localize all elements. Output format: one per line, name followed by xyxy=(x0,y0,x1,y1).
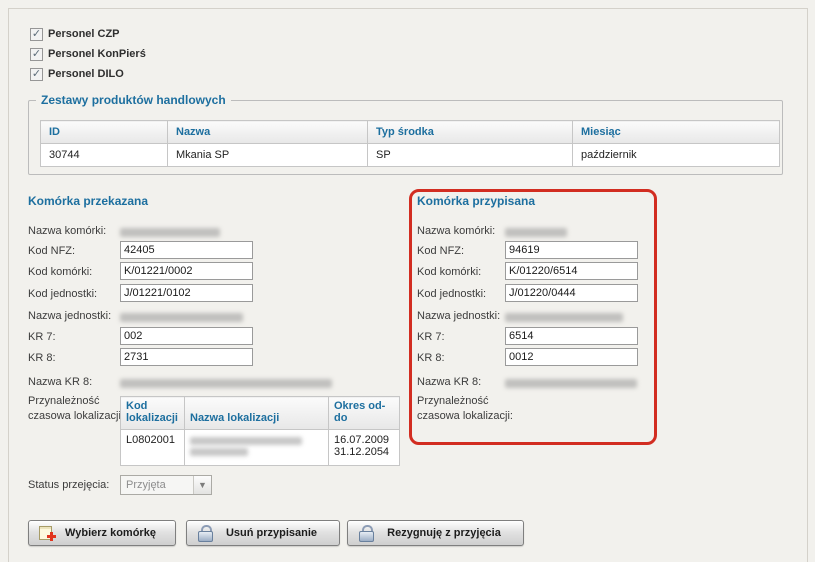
label-kod-nfz: Kod NFZ: xyxy=(417,245,464,257)
cell-id: 30744 xyxy=(41,144,168,167)
section-title-transferred: Komórka przekazana xyxy=(28,194,148,208)
kr7-field-assigned[interactable] xyxy=(505,327,638,345)
column-header-typ: Typ środka xyxy=(368,121,573,144)
kod-komorki-field[interactable] xyxy=(120,262,253,280)
checkbox-label: Personel DILO xyxy=(48,68,124,80)
checkbox-personel-dilo[interactable]: ✓ Personel DILO xyxy=(30,66,124,82)
cell-nazwa: Mkania SP xyxy=(168,144,368,167)
kr8-field[interactable] xyxy=(120,348,253,366)
label-nazwa-jednostki: Nazwa jednostki: xyxy=(417,310,500,322)
label-nazwa-komorki: Nazwa komórki: xyxy=(28,225,106,237)
kr8-field-assigned[interactable] xyxy=(505,348,638,366)
okres-od: 16.07.2009 xyxy=(334,434,394,446)
location-table-header: Kod lokalizacji Nazwa lokalizacji Okres … xyxy=(121,397,400,430)
status-dropdown-value: Przyjęta xyxy=(121,479,193,491)
products-groupbox-legend: Zestawy produktów handlowych xyxy=(36,93,231,107)
label-kr8: KR 8: xyxy=(28,352,56,364)
label-kod-nfz: Kod NFZ: xyxy=(28,245,75,257)
column-header-nazwa-lokalizacji: Nazwa lokalizacji xyxy=(185,397,329,430)
table-row[interactable]: 30744 Mkania SP SP październik xyxy=(41,144,780,167)
button-label: Usuń przypisanie xyxy=(214,527,329,539)
label-kr8: KR 8: xyxy=(417,352,445,364)
check-icon: ✓ xyxy=(32,49,41,60)
label-kr7: KR 7: xyxy=(28,331,56,343)
label-kod-komorki: Kod komórki: xyxy=(28,266,92,278)
cell-kod-lokalizacji: L0802001 xyxy=(121,430,185,466)
checkbox-label: Personel CZP xyxy=(48,28,120,40)
cell-miesiac: październik xyxy=(573,144,780,167)
button-label: Wybierz komórkę xyxy=(56,527,165,539)
checkbox-label: Personel KonPierś xyxy=(48,48,146,60)
label-kod-komorki: Kod komórki: xyxy=(417,266,481,278)
column-header-kod-lokalizacji: Kod lokalizacji xyxy=(121,397,185,430)
form-panel: ✓ Personel CZP ✓ Personel KonPierś ✓ Per… xyxy=(0,0,815,562)
label-nazwa-kr8: Nazwa KR 8: xyxy=(28,376,92,388)
location-table-row[interactable]: L0802001 16.07.2009 31.12.2054 xyxy=(121,430,400,466)
okres-do: 31.12.2054 xyxy=(334,446,394,458)
label-nazwa-jednostki: Nazwa jednostki: xyxy=(28,310,111,322)
column-header-miesiac: Miesiąc xyxy=(573,121,780,144)
label-nazwa-kr8: Nazwa KR 8: xyxy=(417,376,481,388)
checkbox-personel-czp[interactable]: ✓ Personel CZP xyxy=(30,26,120,42)
padlock-icon xyxy=(358,525,375,541)
section-title-assigned: Komórka przypisana xyxy=(417,194,535,208)
column-header-id: ID xyxy=(41,121,168,144)
column-header-okres: Okres od-do xyxy=(329,397,400,430)
check-icon: ✓ xyxy=(32,69,41,80)
usun-przypisanie-button[interactable]: Usuń przypisanie xyxy=(186,520,340,546)
cell-typ: SP xyxy=(368,144,573,167)
status-dropdown[interactable]: Przyjęta ▼ xyxy=(120,475,212,495)
label-kod-jednostki: Kod jednostki: xyxy=(417,288,486,300)
products-table-header: ID Nazwa Typ środka Miesiąc xyxy=(41,121,780,144)
redacted-value xyxy=(505,228,567,237)
redacted-value xyxy=(190,437,302,445)
label-status: Status przejęcia: xyxy=(28,479,109,491)
wybierz-komorke-button[interactable]: Wybierz komórkę xyxy=(28,520,176,546)
rezygnuje-z-przyjecia-button[interactable]: Rezygnuję z przyjęcia xyxy=(347,520,524,546)
kod-jednostki-field-assigned[interactable] xyxy=(505,284,638,302)
redacted-value xyxy=(120,313,243,322)
kod-nfz-field-assigned[interactable] xyxy=(505,241,638,259)
kod-jednostki-field[interactable] xyxy=(120,284,253,302)
label-nazwa-komorki: Nazwa komórki: xyxy=(417,225,495,237)
label-kr7: KR 7: xyxy=(417,331,445,343)
label-kod-jednostki: Kod jednostki: xyxy=(28,288,97,300)
checkbox-icon[interactable]: ✓ xyxy=(30,48,43,61)
label-przynaleznosc: Przynależność czasowa lokalizacji: xyxy=(417,394,521,424)
redacted-value xyxy=(505,379,637,388)
redacted-value xyxy=(120,228,220,237)
kod-nfz-field[interactable] xyxy=(120,241,253,259)
cell-okres: 16.07.2009 31.12.2054 xyxy=(329,430,400,466)
dropdown-arrow-icon: ▼ xyxy=(193,476,211,494)
checkbox-personel-konpiers[interactable]: ✓ Personel KonPierś xyxy=(30,46,146,62)
column-header-nazwa: Nazwa xyxy=(168,121,368,144)
cell-nazwa-lokalizacji xyxy=(185,430,329,466)
add-icon xyxy=(39,525,56,541)
check-icon: ✓ xyxy=(32,29,41,40)
redacted-value xyxy=(190,448,248,456)
products-table: ID Nazwa Typ środka Miesiąc 30744 Mkania… xyxy=(40,120,780,167)
location-table: Kod lokalizacji Nazwa lokalizacji Okres … xyxy=(120,396,400,466)
button-label: Rezygnuję z przyjęcia xyxy=(375,527,513,539)
redacted-value xyxy=(505,313,623,322)
kr7-field[interactable] xyxy=(120,327,253,345)
label-przynaleznosc: Przynależność czasowa lokalizacji: xyxy=(28,394,132,424)
checkbox-icon[interactable]: ✓ xyxy=(30,28,43,41)
checkbox-icon[interactable]: ✓ xyxy=(30,68,43,81)
redacted-value xyxy=(120,379,332,388)
padlock-icon xyxy=(197,525,214,541)
kod-komorki-field-assigned[interactable] xyxy=(505,262,638,280)
